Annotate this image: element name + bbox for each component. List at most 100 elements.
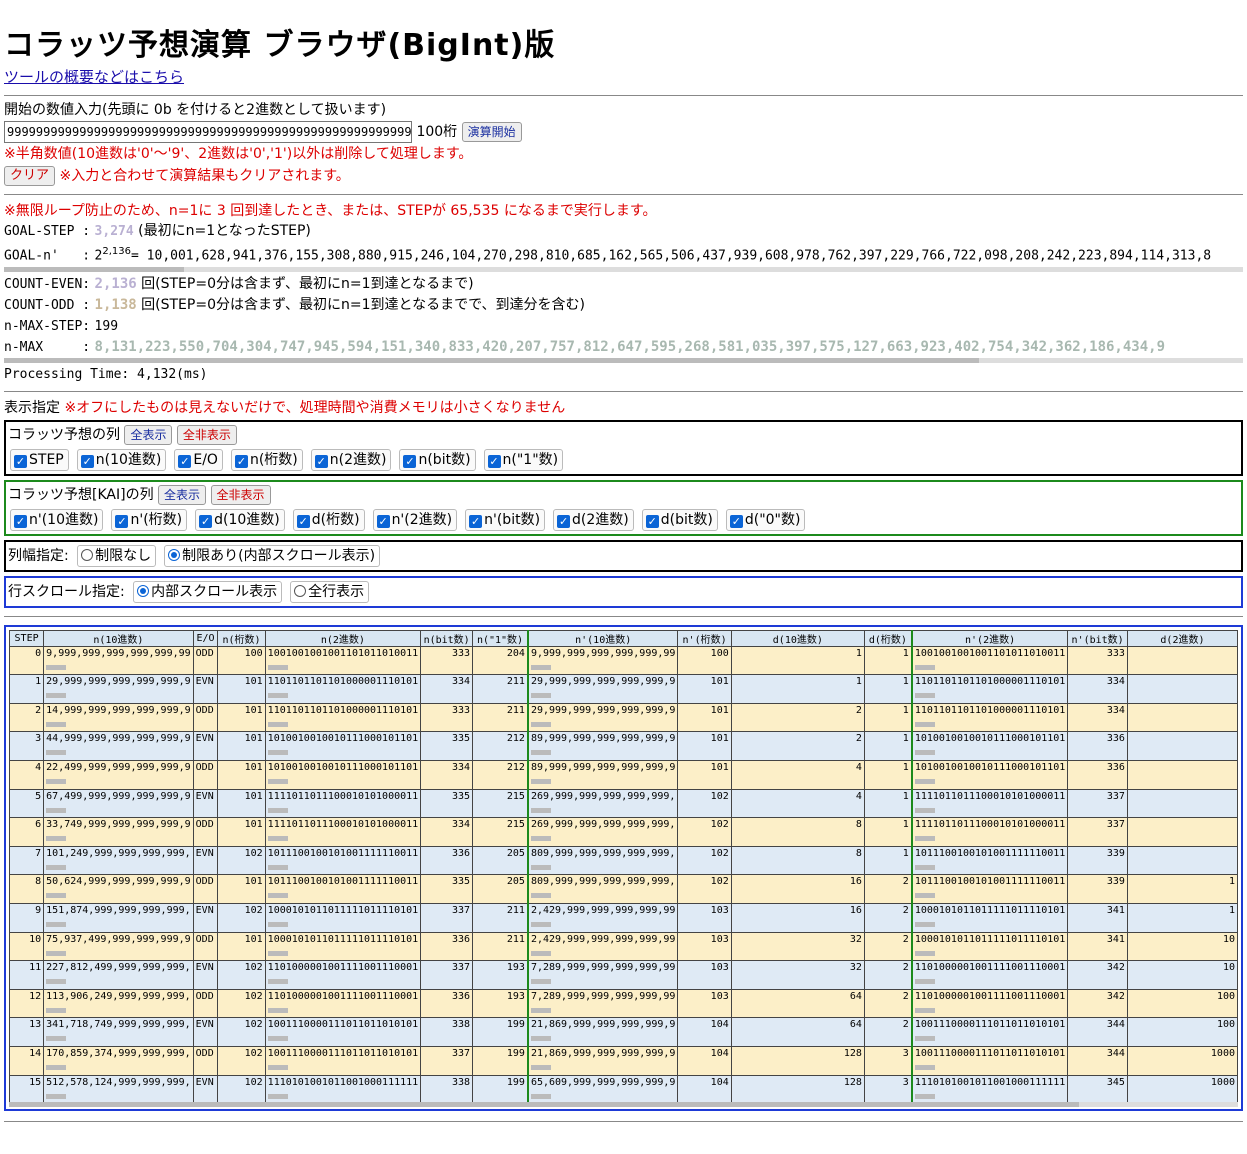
cell-scrollbar[interactable] xyxy=(267,750,288,756)
cell-scrollbar[interactable] xyxy=(46,836,67,842)
cell-scrollbar[interactable] xyxy=(530,950,551,956)
cell-scrollbar[interactable] xyxy=(530,836,551,842)
cell-scrollbar[interactable] xyxy=(46,950,67,956)
cell-scrollbar[interactable] xyxy=(46,779,67,785)
cell-scrollbar[interactable] xyxy=(267,807,288,813)
start-number-input[interactable]: 9999999999999999999999999999999999999999… xyxy=(4,121,412,143)
check-n-binary[interactable]: ✓ n(2進数) xyxy=(310,448,392,471)
cell-scrollbar[interactable] xyxy=(530,807,551,813)
cell-scrollbar[interactable] xyxy=(530,979,551,985)
cell-scrollbar[interactable] xyxy=(267,979,288,985)
cell-scrollbar[interactable] xyxy=(46,922,67,927)
cell-scrollbar[interactable] xyxy=(267,922,288,927)
cell-scrollbar[interactable] xyxy=(46,664,67,670)
check-n-digits[interactable]: ✓ n(桁数) xyxy=(230,448,303,471)
check-even-odd[interactable]: ✓ E/O xyxy=(174,448,223,471)
cell-scrollbar[interactable] xyxy=(530,664,551,670)
cell-scrollbar[interactable] xyxy=(530,1064,551,1070)
check-d-zeros[interactable]: ✓ d("0"数) xyxy=(725,508,806,531)
cell-scrollbar[interactable] xyxy=(46,1093,67,1099)
cell-scrollbar[interactable] xyxy=(46,693,67,699)
cell-scrollbar[interactable] xyxy=(267,893,288,899)
check-d-binary[interactable]: ✓ d(2進数) xyxy=(553,508,634,531)
check-d-decimal[interactable]: ✓ d(10進数) xyxy=(195,508,285,531)
cell-scrollbar[interactable] xyxy=(914,979,935,985)
cell-scrollbar[interactable] xyxy=(267,664,288,670)
overview-link[interactable]: ツールの概要などはこちら xyxy=(4,66,184,87)
cell-scrollbar[interactable] xyxy=(267,1007,288,1013)
cell-scrollbar[interactable] xyxy=(914,807,935,813)
cell-scrollbar[interactable] xyxy=(267,950,288,956)
table-horizontal-scrollbar[interactable] xyxy=(9,1101,1238,1107)
cell-scrollbar[interactable] xyxy=(46,893,67,899)
check-n-ones[interactable]: ✓ n("1"数) xyxy=(483,448,564,471)
cell-scrollbar[interactable] xyxy=(914,836,935,842)
cell-scrollbar[interactable] xyxy=(914,779,935,785)
cell-scrollbar[interactable] xyxy=(530,1007,551,1013)
cell-d-digits: 2 xyxy=(863,874,913,904)
results-table-container[interactable]: STEP n(10進数) E/O n(桁数) n(2進数) n(bit数) n("1"数) n… xyxy=(4,624,1243,1111)
cell-scrollbar[interactable] xyxy=(914,864,935,870)
cell-scrollbar[interactable] xyxy=(914,1007,935,1013)
cell-scrollbar[interactable] xyxy=(914,1064,935,1070)
cell-scrollbar[interactable] xyxy=(46,979,67,985)
start-button[interactable]: 演算開始 xyxy=(461,122,522,142)
check-step[interactable]: ✓ STEP xyxy=(10,448,69,471)
collatz-hide-all-button[interactable]: 全非表示 xyxy=(176,424,237,445)
radio-width-unlimited[interactable]: 制限なし xyxy=(77,544,157,567)
max-step-label: n-MAX-STEP: xyxy=(4,318,91,334)
cell-scrollbar[interactable] xyxy=(267,1093,288,1099)
cell-scrollbar[interactable] xyxy=(914,1036,935,1042)
cell-scrollbar[interactable] xyxy=(914,750,935,756)
check-n-prime-bits[interactable]: ✓ n'(bit数) xyxy=(465,508,546,531)
cell-scrollbar[interactable] xyxy=(530,779,551,785)
cell-scrollbar[interactable] xyxy=(530,1093,551,1099)
check-n-prime-decimal[interactable]: ✓ n'(10進数) xyxy=(10,508,104,531)
cell-scrollbar[interactable] xyxy=(267,1036,288,1042)
n-max-scrollbar[interactable] xyxy=(4,357,1243,363)
cell-scrollbar[interactable] xyxy=(267,1064,288,1070)
cell-scrollbar[interactable] xyxy=(530,750,551,756)
cell-scrollbar[interactable] xyxy=(46,1007,67,1013)
cell-scrollbar[interactable] xyxy=(46,750,67,756)
cell-scrollbar[interactable] xyxy=(914,664,935,670)
check-n-decimal[interactable]: ✓ n(10進数) xyxy=(76,448,167,471)
cell-scrollbar[interactable] xyxy=(530,721,551,727)
radio-width-limited[interactable]: 制限あり(内部スクロール表示) xyxy=(164,544,381,567)
cell-scrollbar[interactable] xyxy=(914,950,935,956)
cell-scrollbar[interactable] xyxy=(914,1093,935,1099)
cell-scrollbar[interactable] xyxy=(267,779,288,785)
cell-scrollbar[interactable] xyxy=(914,922,935,927)
cell-scrollbar[interactable] xyxy=(530,922,551,927)
check-d-digits[interactable]: ✓ d(桁数) xyxy=(292,508,365,531)
cell-d-binary: 1000 xyxy=(1126,1045,1239,1076)
cell-scrollbar[interactable] xyxy=(46,807,67,813)
cell-step: 5 xyxy=(8,788,45,819)
kai-show-all-button[interactable]: 全表示 xyxy=(158,484,207,505)
radio-scroll-internal[interactable]: 内部スクロール表示 xyxy=(133,580,283,603)
cell-scrollbar[interactable] xyxy=(267,864,288,870)
kai-hide-all-button[interactable]: 全非表示 xyxy=(210,484,271,505)
cell-scrollbar[interactable] xyxy=(914,693,935,699)
cell-scrollbar[interactable] xyxy=(46,721,67,727)
cell-scrollbar[interactable] xyxy=(530,864,551,870)
cell-scrollbar[interactable] xyxy=(530,1036,551,1042)
cell-scrollbar[interactable] xyxy=(46,1036,67,1042)
check-n-prime-digits[interactable]: ✓ n'(桁数) xyxy=(111,508,188,531)
cell-scrollbar[interactable] xyxy=(46,864,67,870)
radio-scroll-all-rows[interactable]: 全行表示 xyxy=(290,580,370,603)
goal-n-scrollbar[interactable] xyxy=(4,266,1243,272)
cell-scrollbar[interactable] xyxy=(530,693,551,699)
cell-scrollbar[interactable] xyxy=(530,893,551,899)
cell-scrollbar[interactable] xyxy=(914,721,935,727)
check-n-bits[interactable]: ✓ n(bit数) xyxy=(399,448,476,471)
collatz-show-all-button[interactable]: 全表示 xyxy=(124,424,173,445)
cell-scrollbar[interactable] xyxy=(267,836,288,842)
cell-scrollbar[interactable] xyxy=(46,1064,67,1070)
clear-button[interactable]: クリア xyxy=(4,166,56,186)
check-d-bits[interactable]: ✓ d(bit数) xyxy=(641,508,718,531)
check-n-prime-binary[interactable]: ✓ n'(2進数) xyxy=(372,508,458,531)
cell-scrollbar[interactable] xyxy=(267,693,288,699)
cell-scrollbar[interactable] xyxy=(914,893,935,899)
cell-scrollbar[interactable] xyxy=(267,721,288,727)
